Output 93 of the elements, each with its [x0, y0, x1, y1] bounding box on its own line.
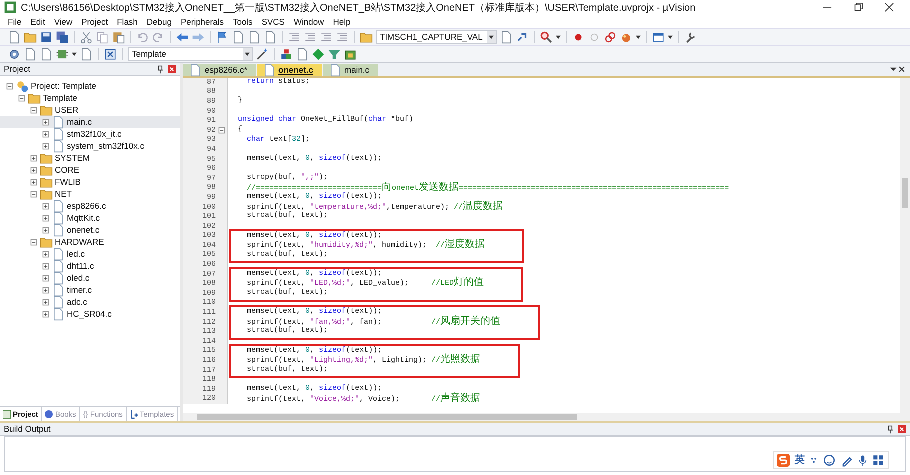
folder-icon: [40, 152, 53, 164]
file-icon: [52, 224, 65, 236]
search-icon[interactable]: [540, 30, 553, 44]
tree-item[interactable]: adc.c: [0, 296, 180, 308]
find-combo[interactable]: TIMSCH1_CAPTURE_VAL: [376, 30, 497, 44]
gear-icon[interactable]: [8, 48, 21, 60]
tree-item[interactable]: system_stm32f10x.c: [0, 140, 180, 152]
file-icon: [52, 248, 65, 260]
tree-item[interactable]: onenet.c: [0, 224, 180, 236]
tree-item[interactable]: HARDWARE: [0, 236, 180, 248]
menu-item[interactable]: Window: [294, 16, 324, 26]
window-icon[interactable]: [652, 30, 665, 44]
folder-icon: [40, 164, 53, 176]
folder-icon: [28, 92, 41, 104]
funnel-icon[interactable]: [328, 48, 341, 60]
project-tab-icon: [3, 408, 11, 420]
ime-logo-icon[interactable]: [777, 454, 790, 466]
paste-icon[interactable]: [112, 30, 125, 44]
tree-item[interactable]: Project: Template: [0, 80, 180, 92]
tree-item[interactable]: HC_SR04.c: [0, 308, 180, 320]
menu-item[interactable]: Tools: [232, 16, 253, 26]
book-icon: [45, 408, 54, 420]
tree-item[interactable]: Template: [0, 92, 180, 104]
lines-icon[interactable]: [304, 30, 317, 44]
lines-icon[interactable]: [320, 30, 333, 44]
vertical-scrollbar[interactable]: [900, 78, 910, 413]
page-icon[interactable]: [296, 48, 309, 60]
file-icon: [52, 272, 65, 284]
tree-item[interactable]: CORE: [0, 164, 180, 176]
editor-tab[interactable]: esp8266.c*: [183, 64, 256, 76]
folder-icon: [40, 176, 53, 188]
editor-tab[interactable]: main.c: [322, 64, 378, 76]
file-icon: [52, 296, 65, 308]
tree-item[interactable]: dht11.c: [0, 260, 180, 272]
template-icon: [130, 408, 138, 420]
target-icon[interactable]: [104, 48, 117, 60]
tree-item[interactable]: timer.c: [0, 284, 180, 296]
save-all-icon[interactable]: [56, 30, 69, 44]
diamond-icon[interactable]: [312, 48, 325, 60]
wrench-icon[interactable]: [684, 30, 697, 44]
file-icon: [52, 212, 65, 224]
lines-icon[interactable]: [336, 30, 349, 44]
tree-item[interactable]: oled.c: [0, 272, 180, 284]
menu-item[interactable]: Flash: [117, 16, 138, 26]
chain-icon[interactable]: [604, 30, 617, 44]
link-icon[interactable]: [516, 30, 529, 44]
page-icon[interactable]: [80, 48, 93, 60]
menu-item[interactable]: SVCS: [262, 16, 285, 26]
panel-title: Build Output: [4, 424, 51, 434]
target-combo[interactable]: Template: [128, 47, 253, 61]
menu-item[interactable]: Help: [333, 16, 351, 26]
menu-item[interactable]: Project: [82, 16, 108, 26]
tree-item[interactable]: NET: [0, 188, 180, 200]
panel-title: Project: [4, 64, 30, 74]
file-icon: [52, 116, 65, 128]
file-icon: [52, 200, 65, 212]
page-icon[interactable]: [40, 48, 53, 60]
ime-mode-label[interactable]: 英: [795, 453, 805, 467]
window-title: C:\Users\86156\Desktop\STM32接入OneNET__第一版\STM32接入OneNET_B站\STM32接入OneNET（标准库版本）\USER\Template.uvprojx - µVision: [21, 2, 696, 14]
wand-icon[interactable]: [256, 48, 269, 60]
menu-item[interactable]: View: [54, 16, 73, 26]
page-icon[interactable]: [24, 48, 37, 60]
tree-item[interactable]: MqttKit.c: [0, 212, 180, 224]
project-icon: [16, 80, 29, 92]
menu-item[interactable]: Debug: [146, 16, 172, 26]
close-icon[interactable]: [883, 1, 896, 14]
tree-item[interactable]: main.c: [0, 116, 180, 128]
file-icon: [52, 308, 65, 320]
tree-item[interactable]: esp8266.c: [0, 200, 180, 212]
menu-item[interactable]: File: [8, 16, 22, 26]
file-icon: [52, 260, 65, 272]
flag-icon[interactable]: [216, 30, 229, 44]
grid-icon[interactable]: [872, 454, 885, 466]
tree-item[interactable]: led.c: [0, 248, 180, 260]
menu-item[interactable]: Peripherals: [180, 16, 224, 26]
stack-icon[interactable]: [280, 48, 293, 60]
folder-icon: [40, 188, 53, 200]
menu-item[interactable]: Edit: [30, 16, 46, 26]
horizontal-scrollbar[interactable]: [183, 413, 910, 421]
editor-tab[interactable]: onenet.c: [256, 64, 322, 76]
tree-item[interactable]: USER: [0, 104, 180, 116]
save-icon[interactable]: [40, 30, 53, 44]
tree-item[interactable]: stm32f10x_it.c: [0, 128, 180, 140]
lines-icon[interactable]: [288, 30, 301, 44]
microphone-icon[interactable]: [859, 454, 867, 466]
file-icon: [52, 284, 65, 296]
tree-item[interactable]: SYSTEM: [0, 152, 180, 164]
folder-icon: [40, 236, 53, 248]
file-icon: [52, 140, 65, 152]
smiley-icon[interactable]: [823, 454, 836, 466]
tree-item[interactable]: FWLIB: [0, 176, 180, 188]
restore-icon[interactable]: [852, 1, 865, 14]
scissors-icon[interactable]: [80, 30, 93, 44]
